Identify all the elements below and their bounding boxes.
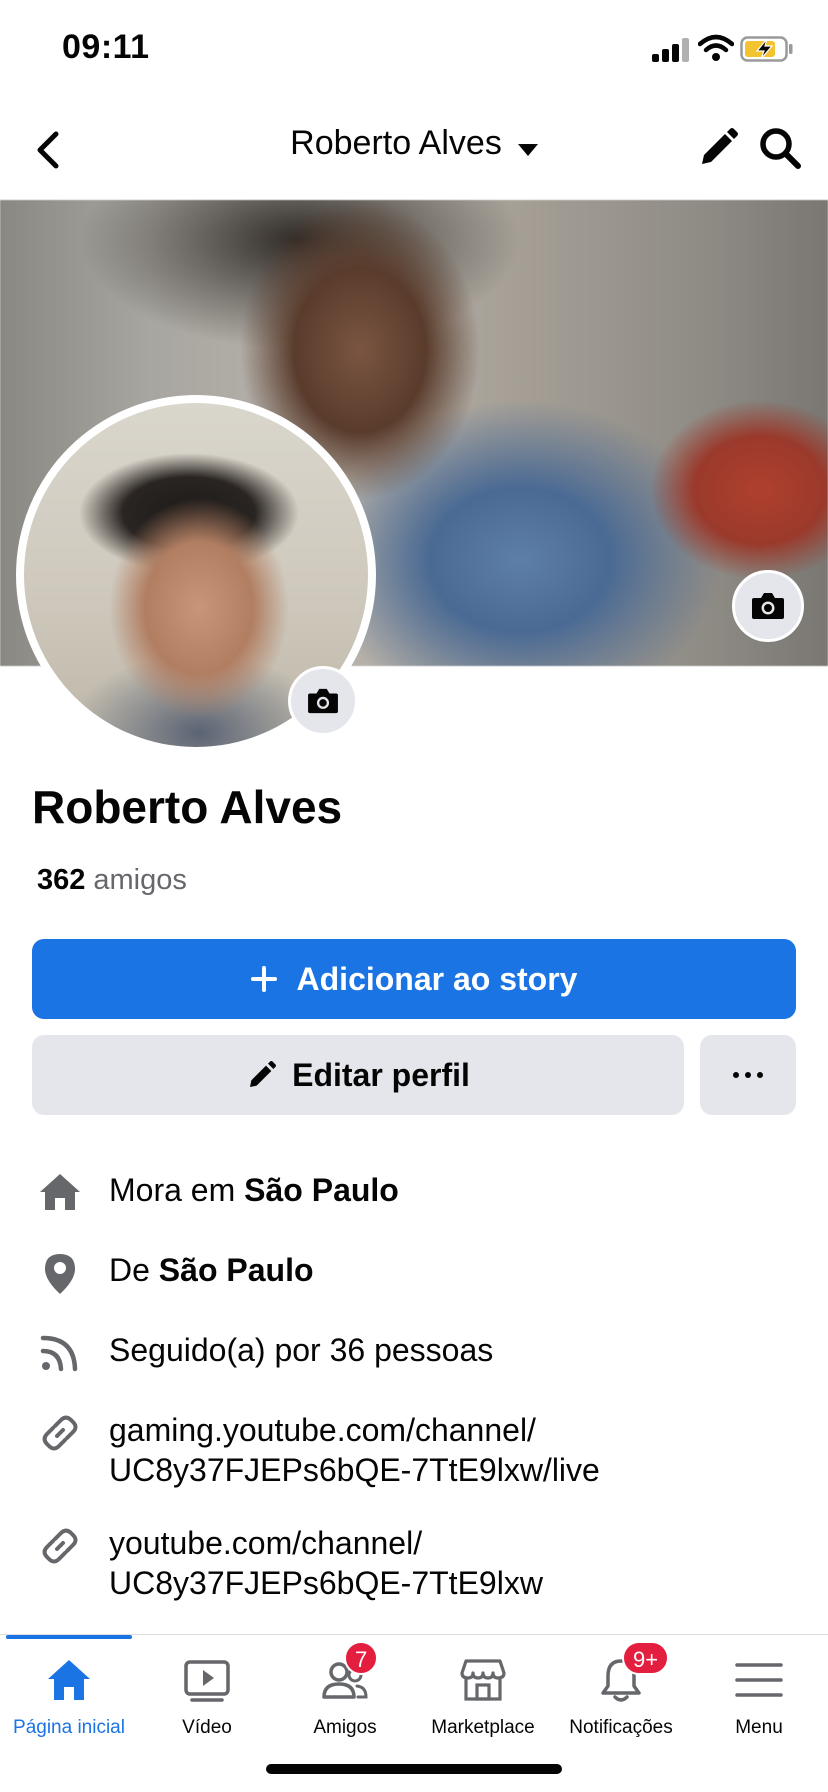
cover-camera-button[interactable] [732, 570, 804, 642]
header-title: Roberto Alves [290, 124, 502, 162]
from-prefix: De [109, 1252, 150, 1288]
camera-icon [752, 593, 784, 619]
location-pin-icon [45, 1254, 75, 1294]
notifications-badge: 9+ [622, 1641, 670, 1675]
from-city[interactable]: São Paulo [159, 1252, 314, 1288]
friends-count-link[interactable]: 362 amigos [37, 864, 187, 897]
home-indicator [266, 1764, 562, 1774]
status-bar: 09:11 [0, 0, 828, 100]
profile-header: Roberto Alves [0, 100, 828, 200]
detail-from: De São Paulo [36, 1250, 816, 1298]
more-options-button[interactable] [700, 1035, 796, 1115]
menu-icon [735, 1663, 783, 1697]
tab-home-label: Página inicial [13, 1717, 125, 1738]
battery-charging-icon [740, 36, 793, 62]
detail-followers[interactable]: Seguido(a) por 36 pessoas [36, 1330, 816, 1378]
friends-count: 362 [37, 864, 86, 896]
edit-icon[interactable] [694, 124, 742, 172]
marketplace-icon [460, 1659, 506, 1701]
home-icon [40, 1174, 80, 1210]
tab-marketplace-label: Marketplace [431, 1717, 535, 1738]
detail-link-2[interactable]: youtube.com/channel/ UC8y37FJEPs6bQE-7Tt… [36, 1523, 816, 1603]
tab-video[interactable]: Vídeo [138, 1635, 276, 1765]
add-to-story-label: Adicionar ao story [296, 960, 578, 997]
rss-icon [40, 1335, 78, 1372]
add-to-story-button[interactable]: Adicionar ao story [32, 939, 796, 1019]
link-icon [42, 1415, 78, 1451]
lives-in-city[interactable]: São Paulo [244, 1172, 399, 1208]
link-2-line-2: UC8y37FJEPs6bQE-7TtE9lxw [109, 1565, 543, 1601]
video-icon [184, 1660, 230, 1702]
search-icon[interactable] [756, 124, 804, 172]
profile-name: Roberto Alves [32, 781, 343, 833]
link-1-line-2: UC8y37FJEPs6bQE-7TtE9lxw/live [109, 1452, 600, 1488]
tab-home[interactable]: Página inicial [0, 1635, 138, 1765]
tab-notifications[interactable]: 9+ Notificações [552, 1635, 690, 1765]
link-2-line-1: youtube.com/channel/ [109, 1525, 423, 1561]
followers-text: Seguido(a) por 36 pessoas [109, 1332, 494, 1368]
more-icon [733, 1072, 739, 1078]
plus-icon [250, 966, 277, 992]
tab-marketplace[interactable]: Marketplace [414, 1635, 552, 1765]
edit-profile-label: Editar perfil [292, 1056, 470, 1093]
status-time: 09:11 [62, 28, 150, 66]
home-icon [48, 1660, 90, 1700]
wifi-icon [698, 34, 734, 61]
edit-profile-button[interactable]: Editar perfil [32, 1035, 684, 1115]
tab-menu-label: Menu [735, 1717, 783, 1738]
caret-down-icon [517, 143, 538, 156]
pencil-icon [250, 1061, 277, 1087]
tab-friends-label: Amigos [313, 1717, 377, 1738]
profile-page: 09:11 Roberto Alves Roberto Alves 362 am… [0, 0, 828, 1792]
tab-video-label: Vídeo [182, 1717, 232, 1738]
tab-menu[interactable]: Menu [690, 1635, 828, 1765]
link-1-line-1: gaming.youtube.com/channel/ [109, 1412, 536, 1448]
detail-lives-in: Mora em São Paulo [36, 1170, 816, 1218]
signal-icon [652, 38, 690, 62]
avatar-camera-button[interactable] [288, 666, 358, 736]
camera-icon [308, 688, 338, 714]
friends-badge: 7 [344, 1641, 379, 1675]
detail-link-1[interactable]: gaming.youtube.com/channel/ UC8y37FJEPs6… [36, 1410, 816, 1490]
tab-friends[interactable]: 7 Amigos [276, 1635, 414, 1765]
link-icon [42, 1528, 78, 1564]
tab-notifications-label: Notificações [569, 1717, 673, 1738]
lives-in-prefix: Mora em [109, 1172, 236, 1208]
friends-label: amigos [93, 864, 187, 896]
